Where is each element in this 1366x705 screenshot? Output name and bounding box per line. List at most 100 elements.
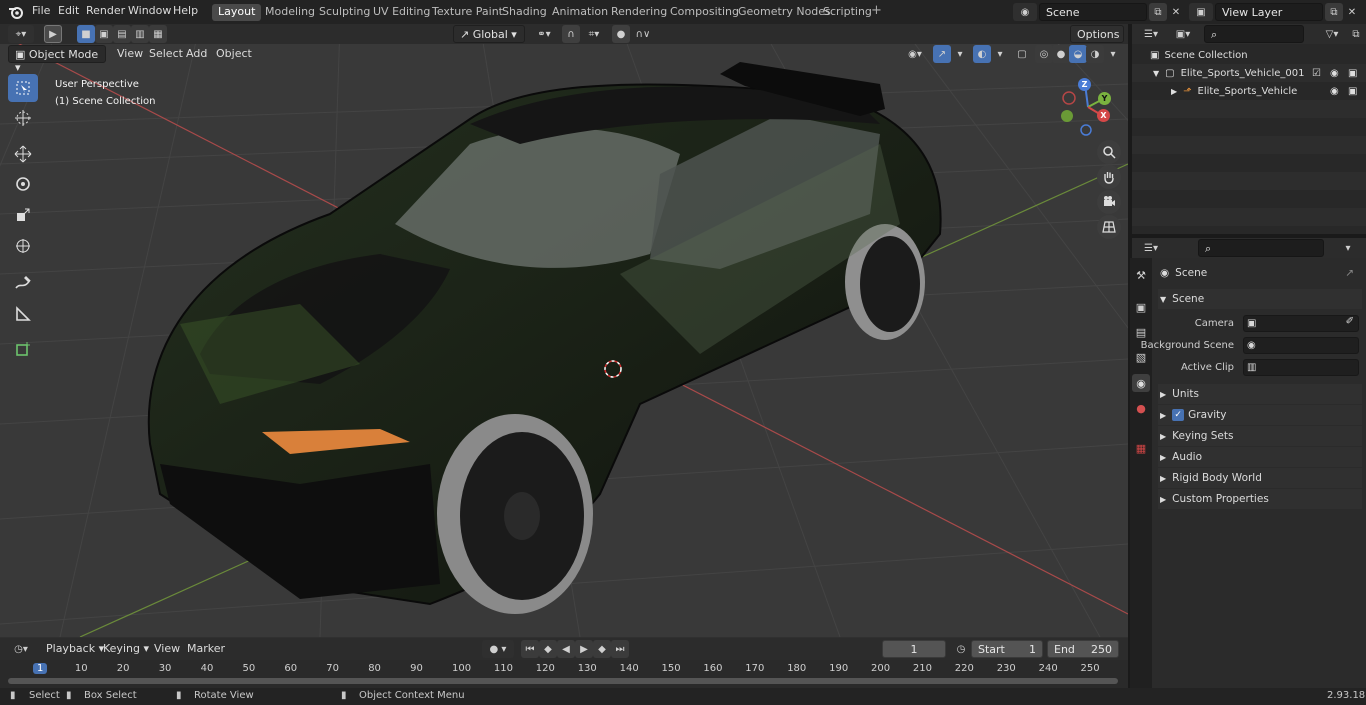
tab-modeling[interactable]: Modeling <box>259 4 321 21</box>
tool-move-icon[interactable] <box>8 140 38 168</box>
end-frame-field[interactable]: End 250 <box>1047 640 1119 658</box>
gizmo-menu-icon[interactable]: ▾ <box>951 45 969 63</box>
background-scene-field[interactable]: ◉ <box>1243 337 1359 354</box>
preview-range-icon[interactable]: ◷ <box>952 640 970 658</box>
jump-start-icon[interactable]: ⏮ <box>521 640 539 658</box>
tab-rendering[interactable]: Rendering <box>605 4 673 21</box>
expand-object-icon[interactable]: ▶ <box>1171 87 1177 96</box>
properties-options-icon[interactable]: ▾ <box>1339 239 1357 257</box>
tool-transform-icon[interactable] <box>8 232 38 260</box>
mode-dropdown[interactable]: ▣ Object Mode ▾ <box>8 45 106 74</box>
new-scene-icon[interactable]: ⧉ <box>1149 3 1167 21</box>
expand-collection-icon[interactable]: ▼ <box>1153 69 1159 78</box>
tool-tab-icon[interactable]: ⚒ <box>1132 266 1150 284</box>
editor-type-icon[interactable]: ⌖▾ <box>8 25 34 43</box>
jump-keyframe-forward-icon[interactable]: ◆ <box>593 640 611 658</box>
delete-view-layer-icon[interactable]: ✕ <box>1343 3 1361 21</box>
overlays-toggle-icon[interactable]: ◐ <box>973 45 991 63</box>
pin-icon[interactable]: ↗ <box>1345 267 1354 279</box>
menu-file[interactable]: File <box>32 4 50 17</box>
shading-rendered-icon[interactable]: ◑ <box>1086 45 1104 63</box>
proportional-falloff-icon[interactable]: ∩∨ <box>630 25 656 43</box>
visibility-eye-icon[interactable]: ◉ <box>1330 68 1339 79</box>
properties-editor-type-icon[interactable]: ☰▾ <box>1136 239 1166 257</box>
panel-header-units[interactable]: ▶ Units <box>1158 384 1362 404</box>
tool-annotate-icon[interactable] <box>8 269 38 297</box>
scene-browse-icon[interactable]: ◉ <box>1013 3 1037 21</box>
current-frame-field[interactable]: 1 <box>882 640 946 658</box>
render-camera-icon[interactable]: ▣ <box>1348 68 1357 79</box>
tool-scale-icon[interactable] <box>8 201 38 229</box>
menu-render[interactable]: Render <box>86 4 125 17</box>
camera-view-icon[interactable] <box>1097 190 1121 214</box>
visibility-icon[interactable]: ◉▾ <box>902 45 928 63</box>
jump-keyframe-back-icon[interactable]: ◆ <box>539 640 557 658</box>
pivot-point-icon[interactable]: ⚭▾ <box>531 25 557 43</box>
delete-scene-icon[interactable]: ✕ <box>1167 3 1185 21</box>
tab-shading[interactable]: Shading <box>496 4 553 21</box>
add-workspace-icon[interactable]: + <box>871 3 882 18</box>
outliner-editor-type-icon[interactable]: ☰▾ <box>1136 25 1166 43</box>
options-dropdown[interactable]: Options ▾ <box>1070 25 1124 54</box>
tab-layout[interactable]: Layout <box>212 4 262 21</box>
transform-orientation-dropdown[interactable]: ↗ Global ▾ <box>453 25 525 43</box>
exclude-checkbox-icon[interactable]: ☑ <box>1312 68 1321 79</box>
new-collection-icon[interactable]: ⧉ <box>1347 25 1365 43</box>
shading-solid-icon[interactable]: ● <box>1052 45 1070 63</box>
xray-toggle-icon[interactable]: ▢ <box>1013 45 1031 63</box>
select-intersect-icon[interactable]: ▦ <box>149 25 167 43</box>
jump-end-icon[interactable]: ⏭ <box>611 640 629 658</box>
3d-viewport[interactable]: User Perspective (1) Scene Collection <box>0 24 1128 637</box>
snap-toggle-icon[interactable]: ∩ <box>562 25 580 43</box>
tool-cursor-icon[interactable] <box>8 104 38 132</box>
panel-header-rigid-body-world[interactable]: ▶ Rigid Body World <box>1158 468 1362 488</box>
timeline-scrollbar[interactable] <box>8 678 1118 684</box>
select-extend-icon[interactable]: ▣ <box>95 25 113 43</box>
tab-scripting[interactable]: Scripting <box>817 4 878 21</box>
menu-add[interactable]: Add <box>180 45 213 63</box>
select-invert-icon[interactable]: ▥ <box>131 25 149 43</box>
tool-select-box-icon[interactable] <box>8 74 38 102</box>
select-new-icon[interactable]: ■ <box>77 25 95 43</box>
display-mode-icon[interactable]: ▣▾ <box>1170 25 1196 43</box>
gizmo-z-axis[interactable]: Z <box>1078 78 1091 91</box>
tool-add-cube-icon[interactable] <box>8 335 38 363</box>
texture-tab-icon[interactable]: ▦ <box>1132 439 1150 457</box>
gizmo-x-axis[interactable]: X <box>1097 109 1110 122</box>
blender-logo-icon[interactable] <box>8 4 24 20</box>
outliner-row-object[interactable]: ▶ ⬏ Elite_Sports_Vehicle ◉ ▣ <box>1132 82 1366 100</box>
select-subtract-icon[interactable]: ▤ <box>113 25 131 43</box>
shading-wireframe-icon[interactable]: ◎ <box>1035 45 1053 63</box>
panel-header-audio[interactable]: ▶ Audio <box>1158 447 1362 467</box>
outliner-row-scene-collection[interactable]: ▣ Scene Collection <box>1132 46 1366 64</box>
scene-name-field[interactable]: Scene <box>1039 3 1147 21</box>
new-view-layer-icon[interactable]: ⧉ <box>1325 3 1343 21</box>
object-render-camera-icon[interactable]: ▣ <box>1348 86 1357 97</box>
render-tab-icon[interactable]: ▣ <box>1132 298 1150 316</box>
gizmo-toggle-icon[interactable]: ↗ <box>933 45 951 63</box>
overlays-menu-icon[interactable]: ▾ <box>991 45 1009 63</box>
car-model[interactable] <box>147 62 942 614</box>
menu-window[interactable]: Window <box>128 4 171 17</box>
tool-rotate-icon[interactable] <box>8 170 38 198</box>
play-icon[interactable]: ▶ <box>575 640 593 658</box>
start-frame-field[interactable]: Start 1 <box>971 640 1043 658</box>
view-layer-browse-icon[interactable]: ▣ <box>1189 3 1213 21</box>
eyedropper-icon[interactable]: ✐ <box>1346 316 1354 327</box>
panel-header-scene[interactable]: ▼ Scene <box>1158 289 1362 309</box>
timeline-editor-type-icon[interactable]: ◷▾ <box>8 640 34 658</box>
perspective-toggle-icon[interactable] <box>1097 215 1121 239</box>
world-tab-icon[interactable]: ● <box>1132 399 1150 417</box>
active-clip-field[interactable]: ▥ <box>1243 359 1359 376</box>
outliner-row-collection[interactable]: ▼ ▢ Elite_Sports_Vehicle_001 ☑ ◉ ▣ <box>1132 64 1366 82</box>
keying-dropdown[interactable]: Keying ▾ <box>97 640 155 658</box>
select-tool-icon[interactable]: ▶ <box>44 25 62 43</box>
filter-icon[interactable]: ▽▾ <box>1318 25 1346 43</box>
frame-ruler[interactable]: 1 10 20 30 40 50 60 70 80 90 100 110 120 130 140 150 160… <box>0 663 1128 677</box>
shading-menu-icon[interactable]: ▾ <box>1104 45 1122 63</box>
camera-field[interactable]: ▣ ✐ <box>1243 315 1359 332</box>
panel-header-keying-sets[interactable]: ▶ Keying Sets <box>1158 426 1362 446</box>
gravity-checkbox[interactable]: ✓ <box>1172 409 1185 421</box>
panel-header-custom-properties[interactable]: ▶ Custom Properties <box>1158 489 1362 509</box>
timeline-menu-marker[interactable]: Marker <box>181 640 231 658</box>
